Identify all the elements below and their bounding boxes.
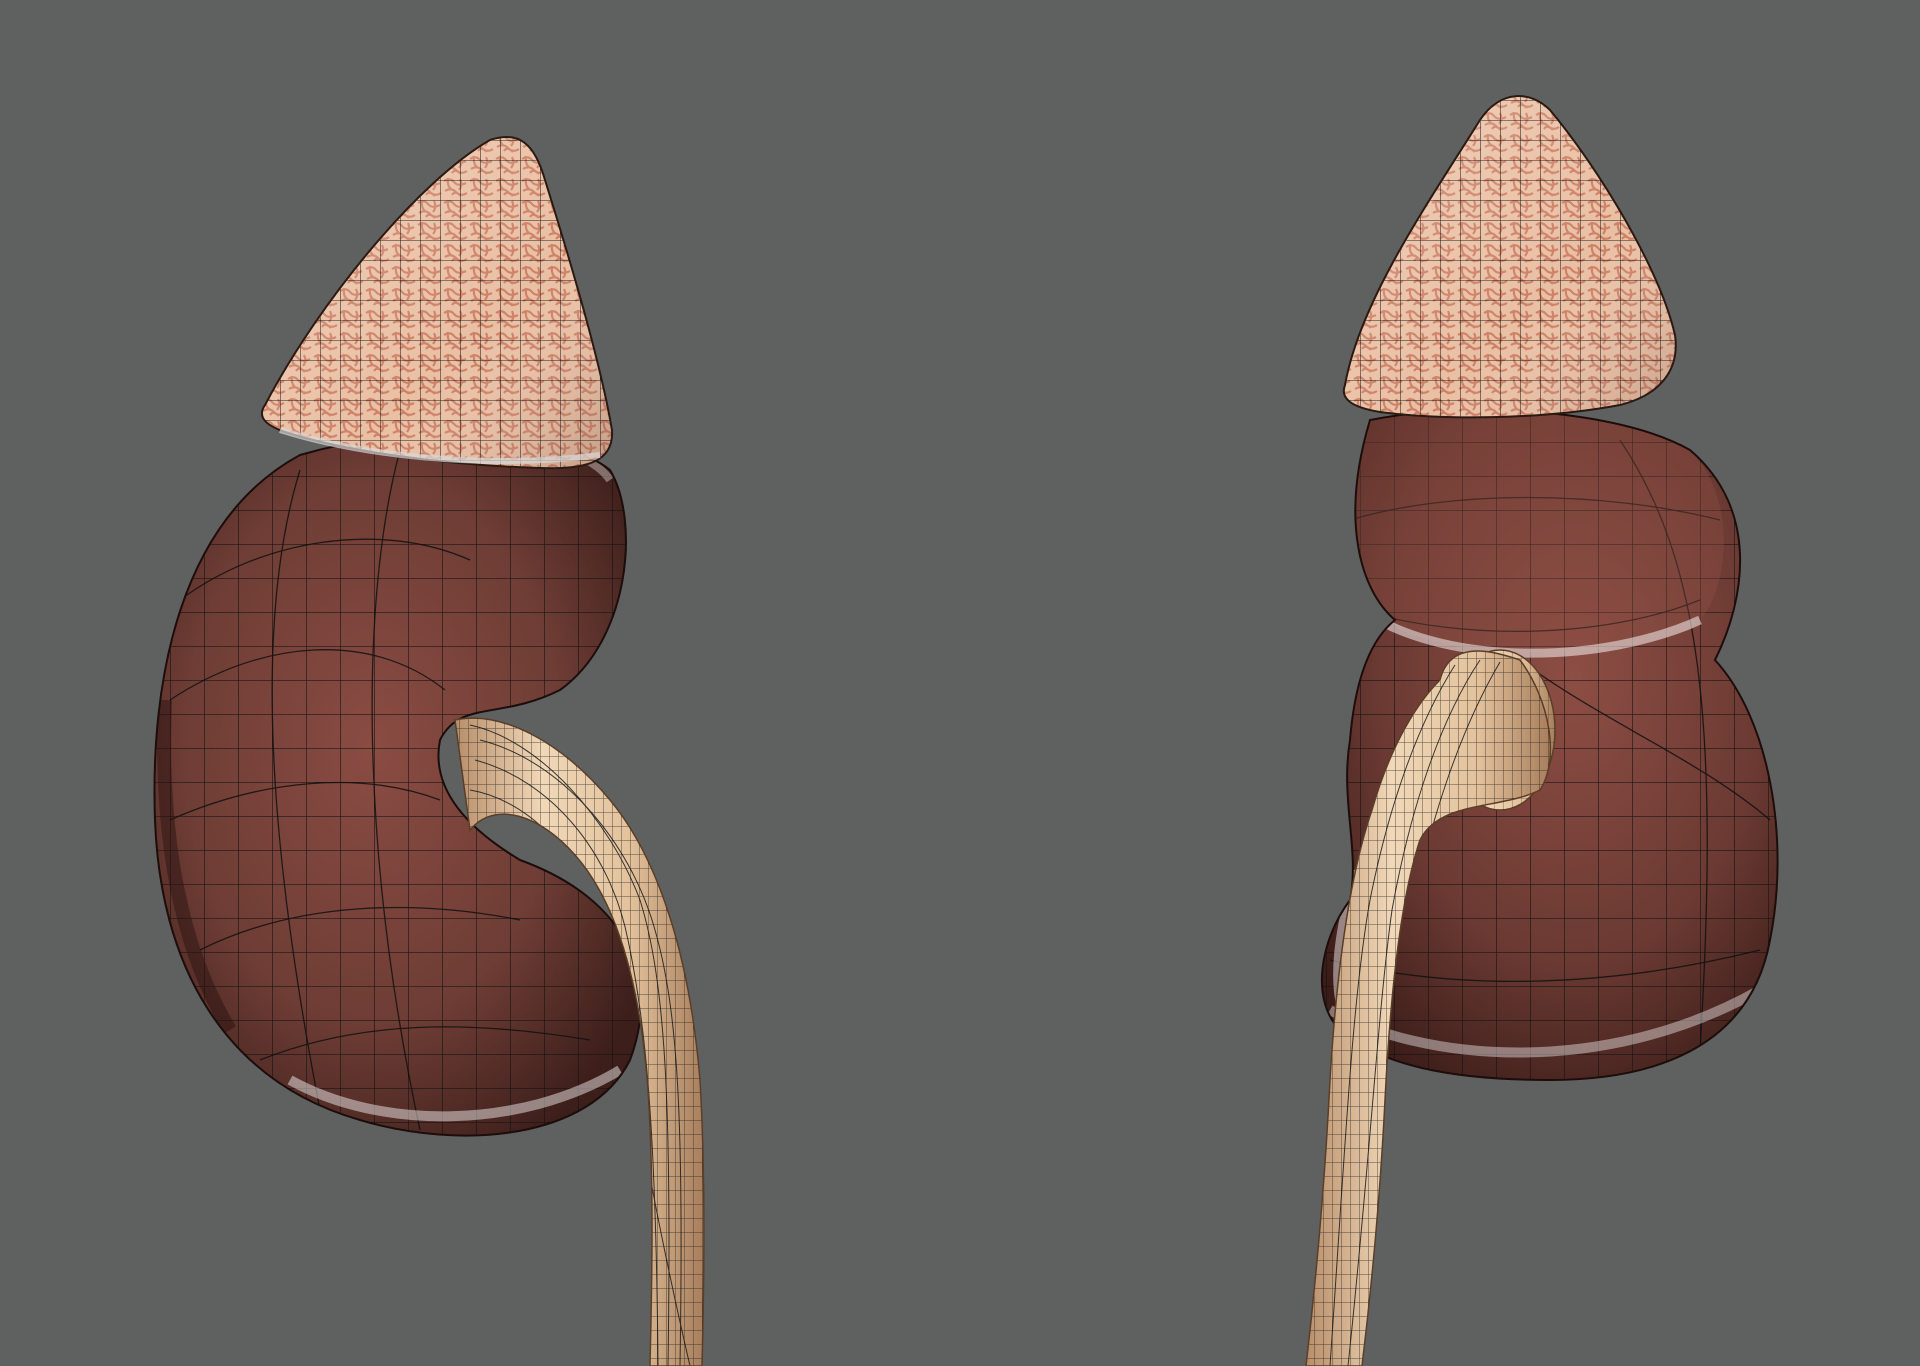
right-adrenal-gland (1342, 95, 1677, 419)
render-viewport (0, 0, 1920, 1366)
left-adrenal-gland (260, 135, 614, 470)
left-kidney-model (153, 135, 705, 1366)
kidney-render-scene (153, 95, 1779, 1366)
right-kidney-model (1305, 95, 1779, 1366)
